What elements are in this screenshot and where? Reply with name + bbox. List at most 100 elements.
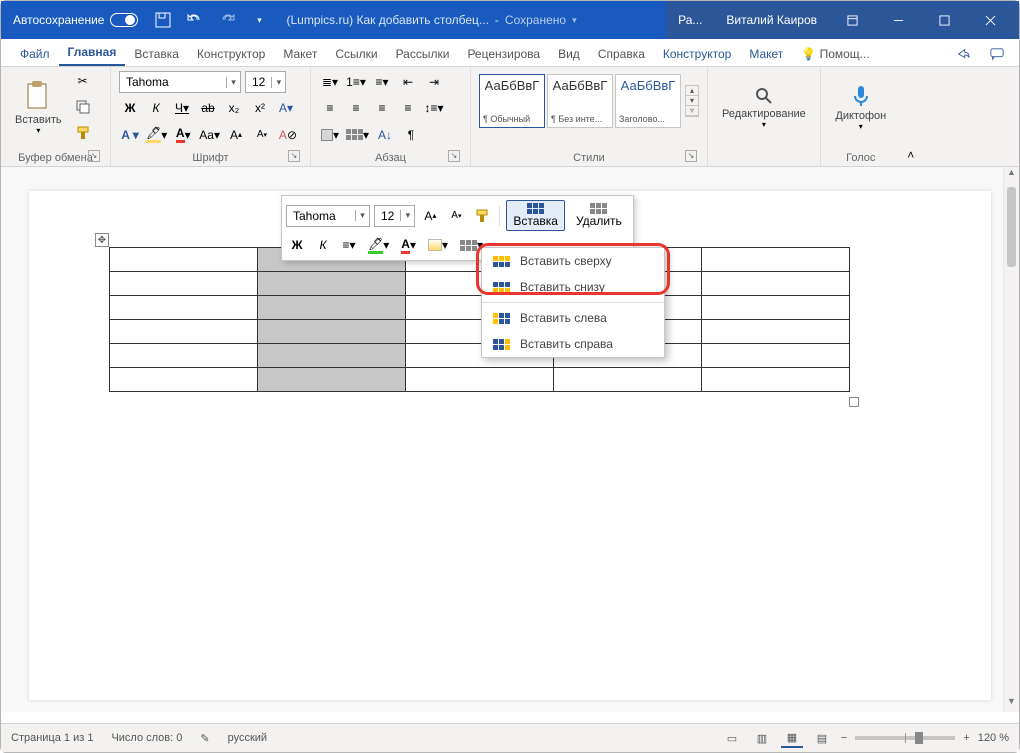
superscript-button[interactable]: x² [249, 97, 271, 119]
font-size-combo[interactable]: 12▾ [245, 71, 286, 93]
tab-mailings[interactable]: Рассылки [387, 41, 459, 66]
table-row[interactable] [110, 320, 850, 344]
change-case-icon[interactable]: Aa▾ [198, 124, 221, 146]
tab-tellme[interactable]: 💡 Помощ... [792, 41, 878, 66]
paste-button[interactable]: Вставить ▾ [9, 78, 68, 137]
view-web-icon[interactable]: ▤ [811, 728, 833, 748]
font-launcher-icon[interactable]: ↘ [288, 150, 300, 162]
status-words[interactable]: Число слов: 0 [111, 732, 182, 744]
zoom-out-icon[interactable]: − [841, 732, 847, 744]
qat-customize-icon[interactable]: ▾ [246, 7, 272, 33]
mini-highlight-icon[interactable]: 🖊▾ [364, 234, 393, 256]
mini-grow-font-icon[interactable]: A▴ [419, 205, 441, 227]
clipboard-launcher-icon[interactable]: ↘ [88, 150, 100, 162]
dictate-button[interactable]: Диктофон ▾ [829, 71, 893, 143]
dec-indent-icon[interactable]: ⇤ [397, 71, 419, 93]
mini-shrink-font-icon[interactable]: A▾ [445, 205, 467, 227]
menu-insert-above[interactable]: Вставить сверху [482, 248, 664, 274]
tab-home[interactable]: Главная [59, 39, 126, 66]
zoom-slider[interactable] [855, 736, 955, 740]
tab-file[interactable]: Файл [11, 41, 59, 66]
style-normal[interactable]: АаБбВвГ ¶ Обычный [479, 74, 545, 128]
view-focus-icon[interactable]: ▭ [721, 728, 743, 748]
mini-delete-button[interactable]: Удалить [569, 200, 629, 231]
grow-font-icon[interactable]: A▴ [225, 124, 247, 146]
mini-font-color-icon[interactable]: A▾ [397, 234, 420, 256]
minimize-icon[interactable] [875, 1, 921, 39]
underline-button[interactable]: Ч▾ [171, 97, 193, 119]
font-family-combo[interactable]: Tahoma▾ [119, 71, 241, 93]
style-heading1[interactable]: АаБбВвГ Заголово... [615, 74, 681, 128]
text-effect-a-icon[interactable]: A ▾ [119, 124, 141, 146]
view-print-icon[interactable]: ▦ [781, 728, 803, 748]
mini-font-size[interactable]: 12▾ [374, 205, 415, 227]
cut-icon[interactable]: ✂ [72, 70, 94, 92]
styles-launcher-icon[interactable]: ↘ [685, 150, 697, 162]
show-marks-icon[interactable]: ¶ [400, 124, 422, 146]
menu-insert-below[interactable]: Вставить снизу [482, 274, 664, 300]
autosave-toggle[interactable]: Автосохранение [7, 11, 144, 29]
styles-gallery[interactable]: АаБбВвГ ¶ Обычный АаБбВвГ ¶ Без инте... … [479, 74, 681, 128]
inc-indent-icon[interactable]: ⇥ [423, 71, 445, 93]
align-right-icon[interactable]: ≡ [371, 97, 393, 119]
styles-scroll[interactable]: ▴▾▿ [685, 85, 699, 117]
line-spacing-icon[interactable]: ↕≡▾ [423, 97, 445, 119]
mini-italic-button[interactable]: К [312, 234, 334, 256]
zoom-level[interactable]: 120 % [978, 732, 1009, 744]
mini-format-painter-icon[interactable] [471, 205, 493, 227]
bold-button[interactable]: Ж [119, 97, 141, 119]
numbering-icon[interactable]: 1≡▾ [345, 71, 367, 93]
shrink-font-icon[interactable]: A▾ [251, 124, 273, 146]
style-nospacing[interactable]: АаБбВвГ ¶ Без инте... [547, 74, 613, 128]
format-painter-icon[interactable] [72, 122, 94, 144]
multilevel-icon[interactable]: ≡▾ [371, 71, 393, 93]
vertical-scrollbar[interactable]: ▲ ▼ [1003, 167, 1019, 712]
tab-design[interactable]: Конструктор [188, 41, 274, 66]
copy-icon[interactable] [72, 96, 94, 118]
table-row[interactable] [110, 344, 850, 368]
justify-icon[interactable]: ≡ [397, 97, 419, 119]
tab-help[interactable]: Справка [589, 41, 654, 66]
collapse-ribbon-icon[interactable]: ˄ [901, 67, 921, 166]
status-language[interactable]: русский [228, 732, 267, 744]
toggle-switch-icon[interactable] [110, 13, 138, 27]
maximize-icon[interactable] [921, 1, 967, 39]
user-name[interactable]: Виталий Каиров [714, 13, 829, 27]
text-effects-icon[interactable]: A▾ [275, 97, 297, 119]
redo-icon[interactable] [214, 7, 240, 33]
table-row[interactable] [110, 296, 850, 320]
zoom-in-icon[interactable]: + [963, 732, 969, 744]
clear-format-icon[interactable]: A⊘ [277, 124, 299, 146]
menu-insert-right[interactable]: Вставить справа [482, 331, 664, 357]
tab-view[interactable]: Вид [549, 41, 589, 66]
subscript-button[interactable]: x₂ [223, 97, 245, 119]
tab-references[interactable]: Ссылки [326, 41, 386, 66]
close-icon[interactable] [967, 1, 1013, 39]
font-color-icon[interactable]: A▾ [172, 124, 194, 146]
ribbon-display-options-icon[interactable] [829, 1, 875, 39]
mini-shading-icon[interactable]: ▾ [424, 234, 452, 256]
document-table[interactable] [109, 247, 850, 392]
table-tools-tab[interactable]: Ра... [666, 1, 714, 39]
tab-review[interactable]: Рецензирова [458, 41, 549, 66]
mini-align-icon[interactable]: ≡▾ [338, 234, 360, 256]
mini-insert-button[interactable]: Вставка [506, 200, 565, 231]
tab-insert[interactable]: Вставка [125, 41, 188, 66]
highlight-icon[interactable]: 🖊▾ [145, 124, 168, 146]
table-row[interactable] [110, 368, 850, 392]
share-icon[interactable] [949, 42, 977, 66]
borders-icon[interactable]: ▾ [345, 124, 370, 146]
mini-font-family[interactable]: Tahoma▾ [286, 205, 370, 227]
mini-bold-button[interactable]: Ж [286, 234, 308, 256]
save-icon[interactable] [150, 7, 176, 33]
status-page[interactable]: Страница 1 из 1 [11, 732, 93, 744]
tab-table-design[interactable]: Конструктор [654, 41, 740, 66]
tab-table-layout[interactable]: Макет [740, 41, 792, 66]
italic-button[interactable]: К [145, 97, 167, 119]
paragraph-launcher-icon[interactable]: ↘ [448, 150, 460, 162]
strike-button[interactable]: ab [197, 97, 219, 119]
tab-layout[interactable]: Макет [274, 41, 326, 66]
editing-button[interactable]: Редактирование ▾ [716, 71, 812, 143]
menu-insert-left[interactable]: Вставить слева [482, 305, 664, 331]
comments-icon[interactable] [983, 42, 1011, 66]
